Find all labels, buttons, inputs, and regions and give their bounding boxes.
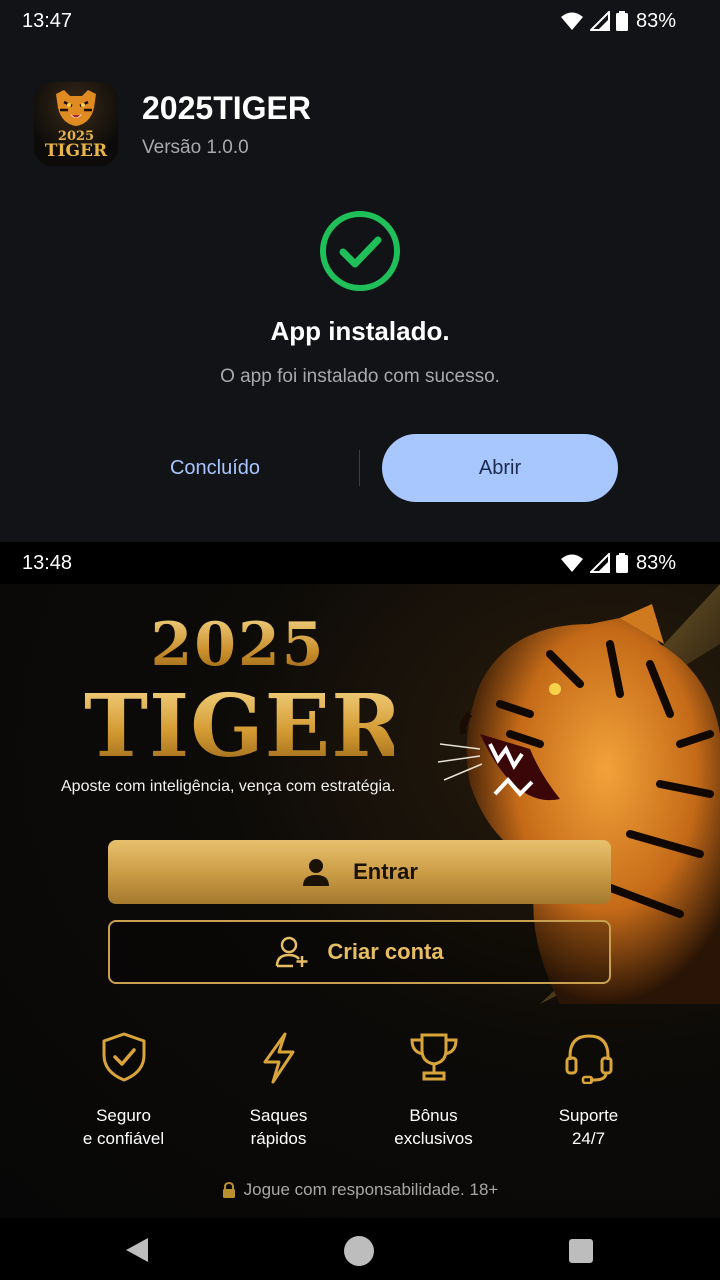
status-icons — [560, 11, 628, 31]
system-nav-bar — [0, 1218, 720, 1280]
tagline: Aposte com inteligência, vença com estra… — [61, 778, 396, 795]
done-button[interactable]: Concluído — [130, 444, 300, 492]
add-user-icon — [276, 936, 308, 968]
lock-icon — [222, 1181, 235, 1198]
app-header: 2025 TIGER 2025TIGER Versão 1.0.0 — [34, 82, 311, 166]
landing-screen: 13:48 83% 2025 TIGER Aposte com inteligê… — [0, 542, 720, 1218]
status-bar: 13:47 83% — [0, 0, 720, 42]
wifi-icon — [560, 12, 583, 30]
feature-label-line1: Bônus — [409, 1106, 458, 1125]
create-account-label: Criar conta — [327, 939, 444, 964]
feature-label-line2: 24/7 — [571, 1129, 606, 1148]
open-button[interactable]: Abrir — [382, 434, 618, 502]
brand-name: TIGER — [84, 676, 404, 777]
feature-label-line2: rápidos — [250, 1129, 307, 1148]
shield-check-icon — [102, 1032, 145, 1082]
app-info: 2025TIGER Versão 1.0.0 — [142, 90, 311, 159]
signal-icon — [589, 553, 610, 573]
status-right: 83% — [560, 10, 676, 33]
headset-icon — [565, 1034, 612, 1084]
login-label: Entrar — [353, 859, 418, 884]
feature-item: Seguro e confiável — [46, 1032, 201, 1150]
create-account-button[interactable]: Criar conta — [108, 920, 611, 984]
install-screen: 13:47 83% 2025 TIGER 2025TIGER Versão 1.… — [0, 0, 720, 542]
battery-percent: 83% — [635, 551, 676, 574]
login-button[interactable]: Entrar — [108, 840, 611, 904]
feature-item: Bônus exclusivos — [356, 1032, 511, 1150]
features-row: Seguro e confiável Saques rápidos Bônus … — [46, 1032, 666, 1150]
check-circle-icon — [320, 211, 400, 291]
brand-year: 2025 — [88, 610, 388, 680]
status-time: 13:48 — [22, 551, 73, 574]
status-icons — [560, 553, 628, 573]
feature-item: Suporte 24/7 — [511, 1032, 666, 1150]
home-icon[interactable] — [344, 1236, 374, 1266]
app-icon-name: TIGER — [44, 141, 108, 161]
lightning-icon — [263, 1032, 294, 1084]
app-version: Versão 1.0.0 — [142, 136, 249, 158]
responsible-text: Jogue com responsabilidade. 18+ — [243, 1180, 499, 1199]
install-title: App instalado. — [270, 316, 450, 346]
feature-label-line1: Suporte — [558, 1106, 619, 1125]
button-divider — [359, 450, 360, 486]
wifi-icon — [560, 554, 583, 572]
feature-label-line2: exclusivos — [394, 1129, 473, 1148]
battery-percent: 83% — [635, 9, 676, 32]
trophy-icon — [409, 1033, 458, 1081]
app-name: 2025TIGER — [142, 89, 311, 126]
feature-label-line1: Seguro — [96, 1106, 151, 1125]
battery-icon — [615, 553, 628, 573]
status-right: 83% — [560, 552, 676, 575]
status-time: 13:47 — [22, 9, 73, 32]
tiger-face-icon — [56, 90, 96, 126]
recents-icon[interactable] — [568, 1238, 594, 1264]
feature-item: Saques rápidos — [201, 1032, 356, 1150]
battery-icon — [615, 11, 628, 31]
app-icon-label: 2025 TIGER — [45, 130, 107, 160]
install-subtitle: O app foi instalado com sucesso. — [220, 366, 500, 387]
responsible-gaming-note: Jogue com responsabilidade. 18+ — [0, 1180, 720, 1200]
status-bar: 13:48 83% — [0, 542, 720, 584]
feature-label-line1: Saques — [249, 1106, 308, 1125]
app-icon: 2025 TIGER — [34, 82, 118, 166]
signal-icon — [589, 11, 610, 31]
back-icon[interactable] — [124, 1236, 150, 1264]
feature-label-line2: e confiável — [82, 1129, 165, 1148]
user-icon — [303, 859, 330, 886]
